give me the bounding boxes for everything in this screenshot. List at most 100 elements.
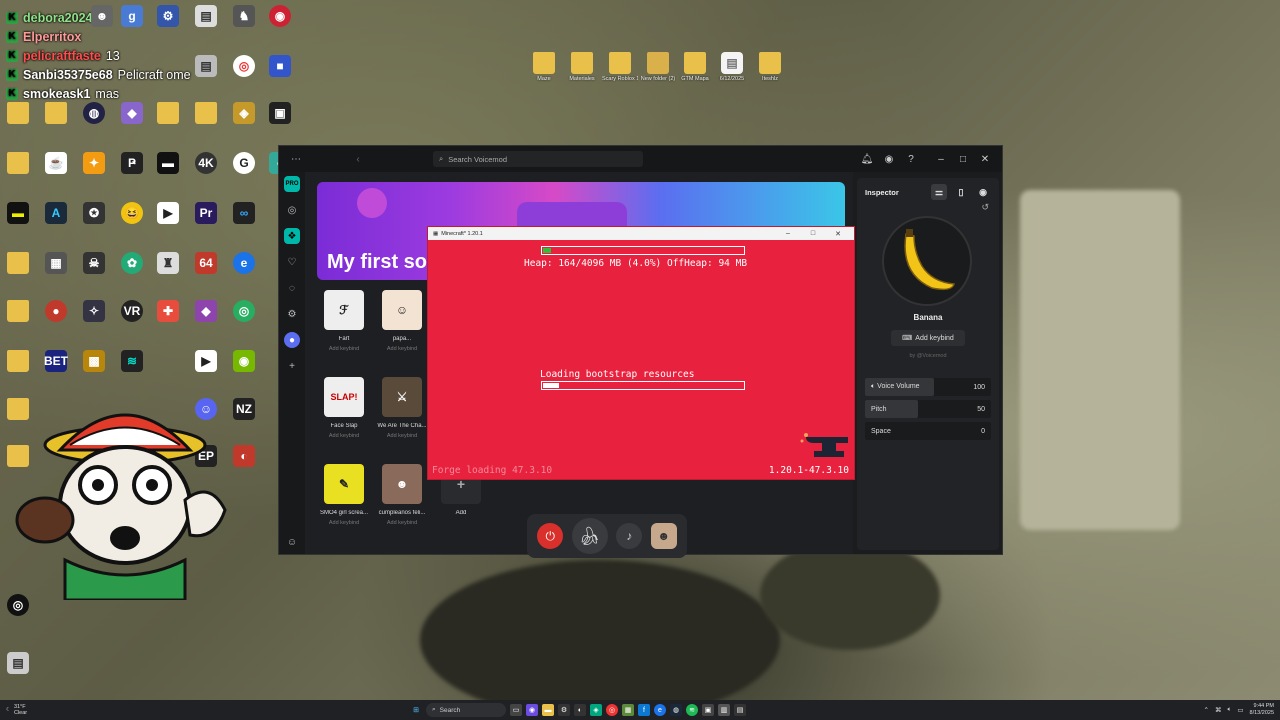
desktop-icon[interactable]: ♞ (226, 5, 262, 27)
weather-widget[interactable]: ☾ 31°F Clear (0, 704, 27, 716)
desktop-icon[interactable]: ♜ (150, 252, 186, 274)
app-icon[interactable]: ◈ (590, 704, 602, 716)
add-keybind-link[interactable]: Add keybind (373, 433, 431, 439)
desktop-icon[interactable]: ☠ (76, 252, 112, 274)
app-icon[interactable]: ◐ (574, 704, 586, 716)
app-icon[interactable]: ▣ (702, 704, 714, 716)
banana-voice-icon[interactable]: 🍌︎ (571, 518, 608, 554)
desktop-file[interactable]: ▤ 6/12/2025 (714, 52, 750, 83)
desktop-icon[interactable]: 😆 (114, 202, 150, 224)
add-keybind-link[interactable]: Add keybind (373, 346, 431, 352)
desktop-icon[interactable] (150, 102, 186, 124)
desktop-icon[interactable] (0, 350, 36, 372)
pitch-slider[interactable]: Pitch 50 (865, 400, 991, 418)
desktop-icon[interactable] (0, 252, 36, 274)
record-icon[interactable]: ◉ (975, 184, 991, 200)
sound-tile[interactable]: ℱ Fart Add keybind (315, 290, 373, 352)
desktop-icon[interactable]: G (226, 152, 262, 174)
sliders-icon[interactable]: ⚌ (931, 184, 947, 200)
desktop-icon[interactable]: e (226, 252, 262, 274)
compass-icon[interactable]: ◎ (284, 202, 300, 218)
back-arrow-icon[interactable]: ‹ (351, 154, 365, 165)
desktop-icon[interactable]: ◈ (226, 102, 262, 124)
add-keybind-link[interactable]: Add keybind (315, 520, 373, 526)
desktop-icon[interactable] (38, 102, 74, 124)
add-keybind-link[interactable]: Add keybind (315, 433, 373, 439)
battery-icon[interactable]: ▭ (1237, 706, 1243, 714)
desktop-icon[interactable]: ◉ (262, 5, 298, 27)
start-icon[interactable]: ⊞ (410, 704, 422, 716)
sound-tile[interactable]: ☺ papa... Add keybind (373, 290, 431, 352)
desktop-icon[interactable]: ◆ (188, 300, 224, 322)
desktop-folder[interactable]: New folder (2) (640, 52, 676, 83)
desktop-icon[interactable]: ☕ (38, 152, 74, 174)
desktop-icon[interactable]: ∞ (226, 202, 262, 224)
minimize-icon[interactable]: – (934, 154, 948, 165)
desktop-icon[interactable]: ● (38, 300, 74, 322)
task-view-icon[interactable]: ▭ (510, 704, 522, 716)
add-keybind-link[interactable]: Add keybind (373, 520, 431, 526)
app-icon[interactable]: ◉ (526, 704, 538, 716)
bag-icon[interactable]: ◌ (284, 280, 300, 296)
desktop-icon[interactable]: ✦ (76, 152, 112, 174)
add-keybind-link[interactable]: Add keybind (315, 346, 373, 352)
steam-icon[interactable]: ◍ (670, 704, 682, 716)
bell-icon[interactable]: 🔔︎ (860, 154, 874, 165)
maximize-icon[interactable]: □ (956, 154, 970, 165)
volume-icon[interactable]: 🔈︎ (1227, 706, 1231, 714)
app-icon[interactable]: ▤ (734, 704, 746, 716)
desktop-icon[interactable]: ▦ (38, 252, 74, 274)
desktop-icon[interactable]: Ҏ (114, 152, 150, 174)
desktop-icon[interactable]: ◎ (226, 300, 262, 322)
edge-icon[interactable]: e (654, 704, 666, 716)
sound-tile[interactable]: ☻ cumpleaños feli... Add keybind (373, 464, 431, 526)
desktop-icon[interactable]: ◆ (114, 102, 150, 124)
maximize-icon[interactable]: □ (802, 230, 824, 237)
desktop-icon[interactable]: ▩ (76, 350, 112, 372)
spotify-icon[interactable]: ≋ (686, 704, 698, 716)
desktop-icon[interactable] (188, 102, 224, 124)
heart-icon[interactable]: ♡ (284, 254, 300, 270)
desktop-icon[interactable]: 4K (188, 152, 224, 174)
desktop-icon[interactable]: A (38, 202, 74, 224)
desktop-icon[interactable] (0, 102, 36, 124)
chevron-up-icon[interactable]: ⌃ (1204, 706, 1209, 714)
desktop-icon[interactable]: Pr (188, 202, 224, 224)
desktop-icon[interactable]: VR (114, 300, 150, 322)
desktop-icon[interactable]: ▤ (0, 652, 36, 674)
desktop-icon[interactable]: ◉ (226, 350, 262, 372)
close-icon[interactable]: ✕ (827, 230, 849, 238)
voice-volume-slider[interactable]: 🔈︎ Voice Volume 100 (865, 378, 991, 396)
sound-tile[interactable]: ✎ SMO4 girl screa... Add keybind (315, 464, 373, 526)
app-icon[interactable]: f (638, 704, 650, 716)
desktop-icon[interactable]: ✧ (76, 300, 112, 322)
close-icon[interactable]: ✕ (978, 154, 992, 165)
desktop-icon[interactable]: BET (38, 350, 74, 372)
power-icon[interactable]: ⏻ (537, 523, 564, 549)
desktop-icon[interactable]: ◍ (76, 102, 112, 124)
desktop-icon[interactable]: ≋ (114, 350, 150, 372)
desktop-icon[interactable]: ▶ (188, 350, 224, 372)
account-icon[interactable]: ☺ (284, 534, 300, 550)
desktop-icon[interactable]: 64 (188, 252, 224, 274)
desktop-icon[interactable]: ✿ (114, 252, 150, 274)
desktop-icon[interactable]: g (114, 5, 150, 27)
desktop-icon[interactable]: ■ (262, 55, 298, 77)
book-icon[interactable]: ▯ (953, 184, 969, 200)
minecraft-icon[interactable]: ▦ (622, 704, 634, 716)
menu-dots-icon[interactable]: ⋯ (289, 154, 303, 165)
desktop-icon[interactable]: ✪ (76, 202, 112, 224)
settings-icon[interactable]: ⚙ (284, 306, 300, 322)
network-icon[interactable]: ⌘ (1215, 706, 1222, 714)
desktop-icon[interactable]: ✚ (150, 300, 186, 322)
desktop-icon[interactable]: ▣ (262, 102, 298, 124)
minimize-icon[interactable]: – (777, 230, 799, 237)
desktop-folder[interactable]: Maze (526, 52, 562, 83)
sound-tile[interactable]: ⚔ We Are The Cha... Add keybind (373, 377, 431, 439)
reset-icon[interactable]: ↺ (981, 202, 989, 213)
chrome-icon[interactable]: ◎ (606, 704, 618, 716)
help-icon[interactable]: ? (904, 154, 918, 165)
desktop-folder[interactable]: Iteshlz (752, 52, 788, 83)
desktop-icon[interactable] (0, 300, 36, 322)
desktop-icon[interactable]: ◎ (226, 55, 262, 77)
